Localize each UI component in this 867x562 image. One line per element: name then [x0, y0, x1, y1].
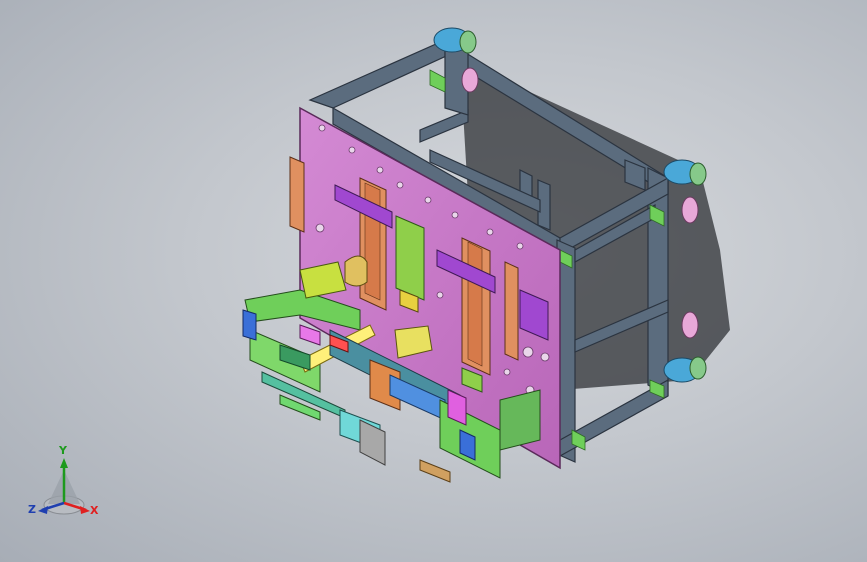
cad-viewport[interactable]: Y X Z: [0, 0, 867, 562]
view-triad[interactable]: [0, 0, 867, 562]
triad-y-arrow: [60, 458, 68, 468]
triad-z-label: Z: [28, 503, 36, 516]
triad-x-arrow: [80, 506, 90, 514]
triad-y-label: Y: [59, 444, 67, 457]
triad-z-arrow: [38, 506, 48, 514]
triad-x-label: X: [90, 504, 99, 517]
